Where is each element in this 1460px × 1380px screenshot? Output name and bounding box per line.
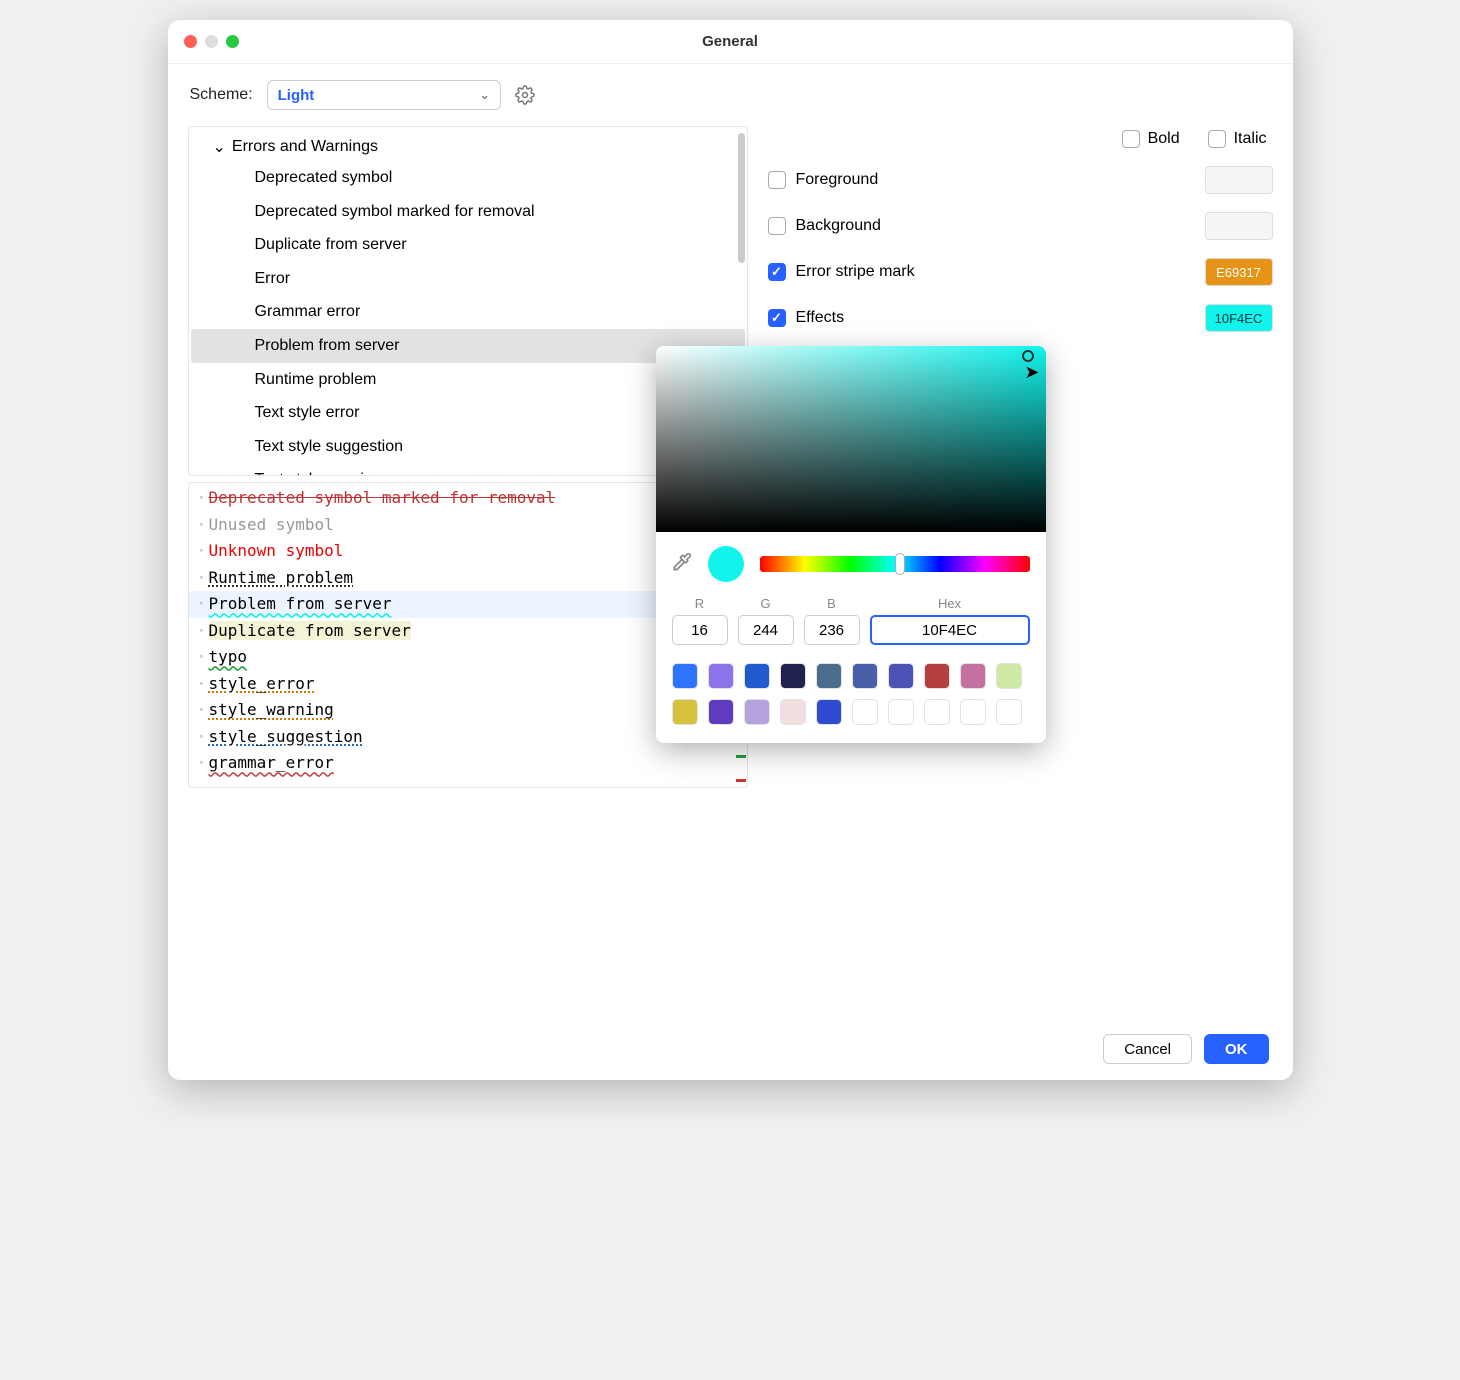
foreground-checkbox[interactable] [768, 171, 786, 189]
bold-checkbox[interactable] [1122, 130, 1140, 148]
scheme-select[interactable]: Light ⌄ [267, 80, 501, 110]
preview-line: Unknown symbol [209, 541, 344, 560]
preset-swatch[interactable] [888, 663, 914, 689]
tree-item[interactable]: Deprecated symbol marked for removal [191, 195, 745, 229]
background-label: Background [796, 217, 881, 235]
titlebar: General [168, 20, 1293, 64]
preset-swatch[interactable] [816, 663, 842, 689]
preview-line: style_error [209, 674, 315, 693]
tree-group[interactable]: ⌄ Errors and Warnings [191, 133, 745, 161]
cursor-icon: ➤ [1024, 362, 1039, 383]
error-stripe-swatch[interactable]: E69317 [1205, 258, 1273, 286]
preset-swatch[interactable] [744, 699, 770, 725]
preset-swatch[interactable] [672, 699, 698, 725]
preview-line: style_suggestion [209, 727, 363, 746]
preset-swatch[interactable] [852, 699, 878, 725]
chevron-down-icon: ⌄ [213, 137, 226, 157]
preset-swatch[interactable] [708, 663, 734, 689]
preset-swatches [656, 655, 1046, 743]
preset-swatch[interactable] [924, 699, 950, 725]
scheme-value: Light [278, 87, 315, 104]
preview-line: Deprecated symbol marked for removal [209, 488, 556, 507]
preset-swatch[interactable] [888, 699, 914, 725]
window-title: General [168, 33, 1293, 50]
color-picker: ➤ R G B Hex [656, 346, 1046, 743]
italic-option[interactable]: Italic [1208, 130, 1267, 148]
eyedropper-icon[interactable] [672, 552, 692, 577]
tree-item[interactable]: Error [191, 262, 745, 296]
tree-item[interactable]: Deprecated symbol [191, 161, 745, 195]
b-input[interactable] [804, 615, 860, 645]
bold-option[interactable]: Bold [1122, 130, 1180, 148]
sv-handle[interactable] [1022, 350, 1034, 362]
saturation-value-area[interactable]: ➤ [656, 346, 1046, 532]
preview-line: typo [209, 647, 248, 666]
preset-swatch[interactable] [924, 663, 950, 689]
tree-item[interactable]: Grammar error [191, 295, 745, 329]
preview-line: Problem from server [209, 594, 392, 613]
error-stripe-checkbox[interactable] [768, 263, 786, 281]
background-swatch[interactable] [1205, 212, 1273, 240]
preview-line: Runtime problem [209, 568, 354, 587]
background-checkbox[interactable] [768, 217, 786, 235]
preset-swatch[interactable] [996, 699, 1022, 725]
hex-input[interactable] [870, 615, 1030, 645]
effects-swatch[interactable]: 10F4EC [1205, 304, 1273, 332]
r-label: R [695, 596, 704, 611]
preset-swatch[interactable] [996, 663, 1022, 689]
preset-swatch[interactable] [708, 699, 734, 725]
error-stripe-label: Error stripe mark [796, 263, 915, 281]
current-color-dot [708, 546, 744, 582]
r-input[interactable] [672, 615, 728, 645]
preset-swatch[interactable] [780, 699, 806, 725]
hex-label: Hex [938, 596, 961, 611]
hue-handle[interactable] [895, 553, 905, 575]
chevron-down-icon: ⌄ [480, 88, 490, 102]
italic-label: Italic [1234, 130, 1267, 148]
effects-checkbox[interactable] [768, 309, 786, 327]
preview-line: Unused symbol [209, 515, 334, 534]
preset-swatch[interactable] [672, 663, 698, 689]
scheme-row: Scheme: Light ⌄ [168, 64, 1293, 126]
preset-swatch[interactable] [852, 663, 878, 689]
preset-swatch[interactable] [960, 699, 986, 725]
effects-label: Effects [796, 309, 845, 327]
scrollbar[interactable] [738, 133, 745, 263]
cancel-button[interactable]: Cancel [1103, 1034, 1192, 1064]
foreground-swatch[interactable] [1205, 166, 1273, 194]
tree-item[interactable]: Duplicate from server [191, 228, 745, 262]
foreground-label: Foreground [796, 171, 879, 189]
settings-window: General Scheme: Light ⌄ ⌄ Errors and War… [168, 20, 1293, 1080]
scheme-label: Scheme: [190, 86, 253, 104]
g-input[interactable] [738, 615, 794, 645]
g-label: G [760, 596, 770, 611]
preview-line: grammar_error [209, 753, 334, 772]
preset-swatch[interactable] [744, 663, 770, 689]
preset-swatch[interactable] [780, 663, 806, 689]
ok-button[interactable]: OK [1204, 1034, 1269, 1064]
tree-group-label: Errors and Warnings [232, 138, 378, 156]
bold-label: Bold [1148, 130, 1180, 148]
preset-swatch[interactable] [960, 663, 986, 689]
italic-checkbox[interactable] [1208, 130, 1226, 148]
b-label: B [827, 596, 836, 611]
preset-swatch[interactable] [816, 699, 842, 725]
preview-line: style_warning [209, 700, 334, 719]
gear-icon[interactable] [515, 85, 535, 105]
hue-slider[interactable] [760, 556, 1030, 572]
preview-line: Duplicate from server [209, 621, 411, 640]
